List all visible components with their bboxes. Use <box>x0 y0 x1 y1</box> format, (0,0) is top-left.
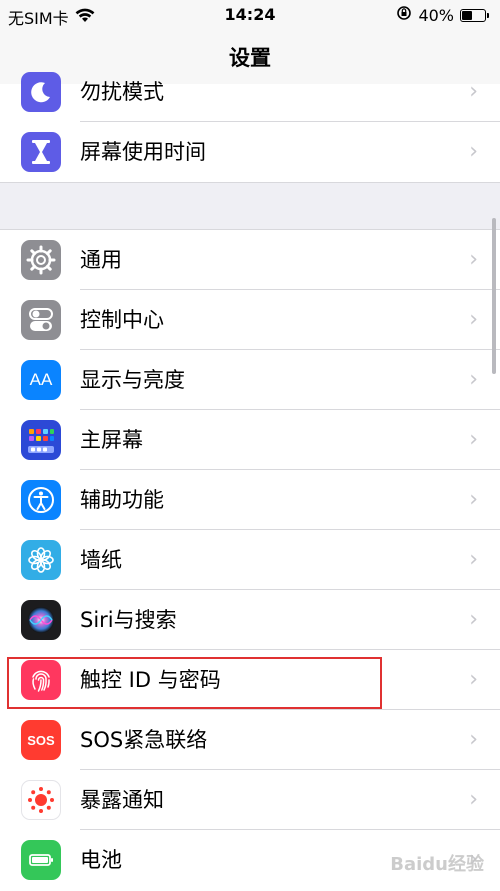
settings-row-home-screen[interactable]: 主屏幕 › <box>0 410 500 470</box>
status-bar: 无SIM卡 14:24 40% <box>0 0 500 30</box>
settings-row-display-brightness[interactable]: AA 显示与亮度 › <box>0 350 500 410</box>
scroll-indicator <box>492 218 496 374</box>
settings-row-accessibility[interactable]: 辅助功能 › <box>0 470 500 530</box>
settings-row-wallpaper[interactable]: 墙纸 › <box>0 530 500 590</box>
settings-row-screen-time[interactable]: 屏幕使用时间 › <box>0 122 500 182</box>
battery-area: 40% <box>396 5 489 25</box>
toggles-icon <box>21 300 61 340</box>
settings-row-label: 电池 <box>80 848 122 872</box>
chevron-right-icon: › <box>469 247 478 272</box>
rotation-lock-icon <box>396 5 412 25</box>
chevron-right-icon: › <box>469 139 478 164</box>
settings-row-label: 辅助功能 <box>80 488 164 512</box>
chevron-right-icon: › <box>469 547 478 572</box>
moon-icon <box>21 72 61 112</box>
battery-fill <box>462 10 472 20</box>
chevron-right-icon: › <box>469 667 478 692</box>
chevron-right-icon: › <box>469 607 478 632</box>
settings-row-emergency-sos[interactable]: SOS SOS紧急联络 › <box>0 710 500 770</box>
settings-row-label: 暴露通知 <box>80 788 164 812</box>
settings-row-general[interactable]: 通用 › <box>0 230 500 290</box>
settings-row-label: 通用 <box>80 248 122 272</box>
chevron-right-icon: › <box>469 727 478 752</box>
siri-icon <box>21 600 61 640</box>
settings-group-focus: 勿扰模式 › 屏幕使用时间 › <box>0 72 500 183</box>
battery-indicator-icon <box>460 8 489 22</box>
accessibility-icon <box>21 480 61 520</box>
settings-row-label: SOS紧急联络 <box>80 728 208 752</box>
chevron-right-icon: › <box>469 427 478 452</box>
chevron-right-icon: › <box>469 487 478 512</box>
sos-icon-text: SOS <box>27 732 55 748</box>
gear-icon <box>21 240 61 280</box>
chevron-right-icon: › <box>469 307 478 332</box>
chevron-right-icon: › <box>469 367 478 392</box>
settings-row-do-not-disturb[interactable]: 勿扰模式 › <box>0 62 500 122</box>
sos-icon: SOS <box>21 720 61 760</box>
settings-row-label: 屏幕使用时间 <box>80 140 206 164</box>
settings-row-label: 墙纸 <box>80 548 122 572</box>
settings-group-general: 通用 › 控制中心 › AA 显示与亮度 › 主屏幕 › 辅助功能 › 墙纸 ›… <box>0 229 500 891</box>
battery-icon <box>21 840 61 880</box>
battery-percent: 40% <box>418 5 454 25</box>
settings-row-label: Siri与搜索 <box>80 608 177 632</box>
flower-icon <box>21 540 61 580</box>
settings-row-label: 勿扰模式 <box>80 80 164 104</box>
chevron-right-icon: › <box>469 79 478 104</box>
aa-icon-text: AA <box>29 370 53 389</box>
settings-row-label: 控制中心 <box>80 308 164 332</box>
settings-row-exposure-notifications[interactable]: 暴露通知 › <box>0 770 500 830</box>
aa-icon: AA <box>21 360 61 400</box>
settings-row-label: 显示与亮度 <box>80 368 185 392</box>
highlight-annotation <box>7 657 382 709</box>
hourglass-icon <box>21 132 61 172</box>
home-grid-icon <box>21 420 61 460</box>
watermark: Baidu经验 <box>390 854 484 875</box>
chevron-right-icon: › <box>469 787 478 812</box>
exposure-icon <box>21 780 61 820</box>
settings-row-siri-search[interactable]: Siri与搜索 › <box>0 590 500 650</box>
settings-row-control-center[interactable]: 控制中心 › <box>0 290 500 350</box>
settings-row-label: 主屏幕 <box>80 428 143 452</box>
